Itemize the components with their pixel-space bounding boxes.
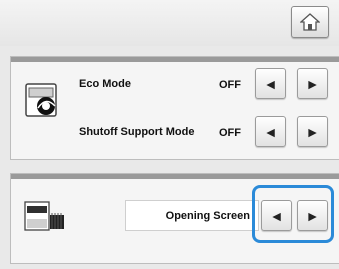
- home-button[interactable]: [291, 6, 329, 38]
- opening-screen-left-button[interactable]: ◄: [261, 200, 292, 231]
- opening-screen-label: Opening Screen: [165, 209, 250, 222]
- eco-mode-icon: [25, 83, 57, 117]
- opening-screen-field: Opening Screen: [125, 200, 259, 231]
- eco-mode-value: OFF: [219, 79, 241, 91]
- eco-mode-left-button[interactable]: ◄: [255, 68, 286, 99]
- right-arrow-icon: ►: [305, 207, 320, 224]
- opening-screen-icon: [24, 201, 64, 231]
- panel-header: [11, 57, 339, 62]
- opening-screen-right-button[interactable]: ►: [297, 200, 328, 231]
- top-bar: [0, 0, 339, 46]
- panel-header: [11, 174, 339, 179]
- shutoff-support-left-button[interactable]: ◄: [255, 116, 286, 147]
- home-icon: [300, 13, 320, 31]
- shutoff-support-right-button[interactable]: ►: [297, 116, 328, 147]
- right-arrow-icon: ►: [305, 75, 320, 92]
- left-arrow-icon: ◄: [269, 207, 284, 224]
- shutoff-support-mode-label: Shutoff Support Mode: [79, 126, 195, 138]
- eco-mode-right-button[interactable]: ►: [297, 68, 328, 99]
- eco-mode-label: Eco Mode: [79, 78, 131, 90]
- shutoff-support-mode-value: OFF: [219, 127, 241, 139]
- right-arrow-icon: ►: [305, 123, 320, 140]
- left-arrow-icon: ◄: [263, 123, 278, 140]
- left-arrow-icon: ◄: [263, 75, 278, 92]
